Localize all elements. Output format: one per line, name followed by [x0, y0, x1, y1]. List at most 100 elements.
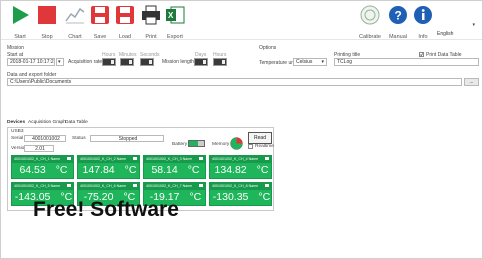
calibrate-icon — [360, 5, 380, 25]
tile-checkbox-icon[interactable] — [265, 157, 269, 160]
temperature-unit-value: Celsius — [296, 59, 313, 65]
chart-label: Chart — [68, 34, 82, 40]
chart-icon — [65, 7, 85, 24]
calendar-picker-button[interactable]: ▾ — [56, 58, 64, 66]
manual-button[interactable]: ? Manual — [385, 5, 411, 40]
calibrate-label: Calibrate — [358, 34, 381, 40]
serial-label: Serial — [11, 136, 24, 141]
promo-banner: Free! Software — [33, 198, 179, 221]
load-button[interactable]: Load — [112, 5, 138, 40]
play-icon — [13, 6, 29, 24]
channel-name: 4001001002_K_CH_3 Name — [144, 156, 205, 163]
rate-seconds-spinner[interactable] — [140, 58, 154, 66]
chevron-down-icon: ▾ — [472, 22, 475, 28]
printer-icon — [142, 5, 160, 25]
status-label: Status — [72, 136, 86, 141]
calibrate-button[interactable]: Calibrate — [357, 5, 383, 40]
tab-data-table[interactable]: Data Table — [65, 120, 88, 125]
tile-checkbox-icon[interactable] — [133, 157, 137, 160]
status-field: Stopped — [90, 135, 164, 142]
channel-unit: °C — [55, 164, 68, 176]
channel-unit: °C — [258, 191, 271, 203]
svg-text:X: X — [168, 11, 174, 20]
channel-tile[interactable]: 4001001002_K_CH_3 Name 58.14 °C — [143, 155, 206, 179]
channel-reading: 58.14 °C — [144, 164, 207, 176]
serial-field: 4001001002 — [24, 135, 66, 142]
start-label: Start — [14, 34, 26, 40]
channel-unit: °C — [189, 191, 202, 203]
export-folder-field[interactable]: C:\Users\Public\Documents — [7, 78, 462, 86]
browse-folder-button[interactable]: ... — [464, 78, 479, 86]
tile-checkbox-icon[interactable] — [67, 184, 71, 187]
channel-tile[interactable]: 4001001002_K_CH_4 Name 134.82 °C — [209, 155, 272, 179]
channel-tile[interactable]: 4001001002_K_CH_2 Name 147.84 °C — [77, 155, 140, 179]
channel-name: 4001001002_K_CH_7 Name — [144, 183, 205, 190]
tile-checkbox-icon[interactable] — [199, 184, 203, 187]
print-label: Print — [145, 34, 157, 40]
language-value: English — [437, 31, 454, 37]
mission-length-label: Mission length — [162, 59, 194, 65]
tab-acquisition-graph[interactable]: Acquisition Graph — [28, 120, 66, 125]
load-icon — [116, 6, 134, 24]
save-icon — [91, 6, 109, 24]
channel-unit: °C — [187, 164, 200, 176]
channel-name: 4001001002_K_CH_2 Name — [78, 156, 139, 163]
tile-checkbox-icon[interactable] — [265, 184, 269, 187]
chevron-down-icon: ▾ — [58, 59, 61, 65]
print-data-table-checkbox[interactable] — [419, 52, 424, 57]
channel-value: -130.35 — [212, 191, 249, 203]
memory-pie-icon — [230, 137, 243, 150]
rate-hours-spinner[interactable] — [102, 58, 116, 66]
channel-name: 4001001002_K_CH_1 Name — [12, 156, 73, 163]
battery-label: Battery — [172, 142, 188, 147]
export-button[interactable]: X Export — [162, 5, 188, 40]
print-data-table-label: Print Data Table — [426, 52, 462, 58]
info-button[interactable]: Info — [410, 5, 436, 40]
channel-tile[interactable]: 4001001002_K_CH_1 Name 64.53 °C — [11, 155, 74, 179]
tile-checkbox-icon[interactable] — [199, 157, 203, 160]
info-label: Info — [418, 34, 428, 40]
stop-label: Stop — [41, 34, 53, 40]
battery-icon — [188, 140, 205, 147]
printing-title-field[interactable]: TCLog — [334, 58, 479, 66]
temperature-unit-select[interactable]: Celsius ▾ — [293, 58, 327, 66]
manual-label: Manual — [388, 34, 408, 40]
channel-name: 4001001002_K_CH_5 Name — [12, 183, 73, 190]
chevron-down-icon: ▾ — [321, 59, 324, 65]
realtime-label: Realtime — [255, 144, 274, 149]
channel-reading: 64.53 °C — [12, 164, 75, 176]
read-button[interactable]: Read — [248, 132, 272, 144]
channel-name: 4001001002_K_CH_6 Name — [78, 183, 139, 190]
print-button[interactable]: Print — [138, 5, 164, 40]
realtime-checkbox[interactable] — [248, 144, 253, 149]
load-label: Load — [118, 34, 132, 40]
channel-unit: °C — [256, 164, 269, 176]
chart-button[interactable]: Chart — [62, 5, 88, 40]
mission-section-title: Mission — [7, 45, 24, 51]
memory-label: Memory — [212, 142, 230, 147]
rate-minutes-spinner[interactable] — [120, 58, 134, 66]
channel-reading: 147.84 °C — [78, 164, 141, 176]
svg-text:?: ? — [395, 9, 402, 23]
channel-unit: °C — [124, 164, 137, 176]
start-at-field[interactable]: 2018-01-17 10:17:22 — [7, 58, 55, 66]
save-button[interactable]: Save — [87, 5, 113, 40]
channel-tile[interactable]: 4001001002_K_CH_8 Name -130.35 °C — [209, 182, 272, 206]
stop-button[interactable]: Stop — [34, 5, 60, 40]
info-icon — [414, 6, 432, 24]
help-icon: ? — [389, 6, 407, 24]
channel-value: 147.84 — [82, 164, 115, 176]
channel-value: 58.14 — [151, 164, 178, 176]
device-group-label: USB3 — [11, 129, 24, 134]
save-label: Save — [93, 34, 107, 40]
tab-devices[interactable]: Devices — [7, 120, 25, 125]
length-hours-spinner[interactable] — [213, 58, 227, 66]
language-select[interactable]: English ▾ — [437, 22, 477, 37]
length-days-spinner[interactable] — [194, 58, 208, 66]
tile-checkbox-icon[interactable] — [133, 184, 137, 187]
start-button[interactable]: Start — [7, 5, 33, 40]
tile-checkbox-icon[interactable] — [67, 157, 71, 160]
export-label: Export — [167, 34, 183, 40]
channel-value: 134.82 — [214, 164, 247, 176]
channel-name: 4001001002_K_CH_8 Name — [210, 183, 271, 190]
